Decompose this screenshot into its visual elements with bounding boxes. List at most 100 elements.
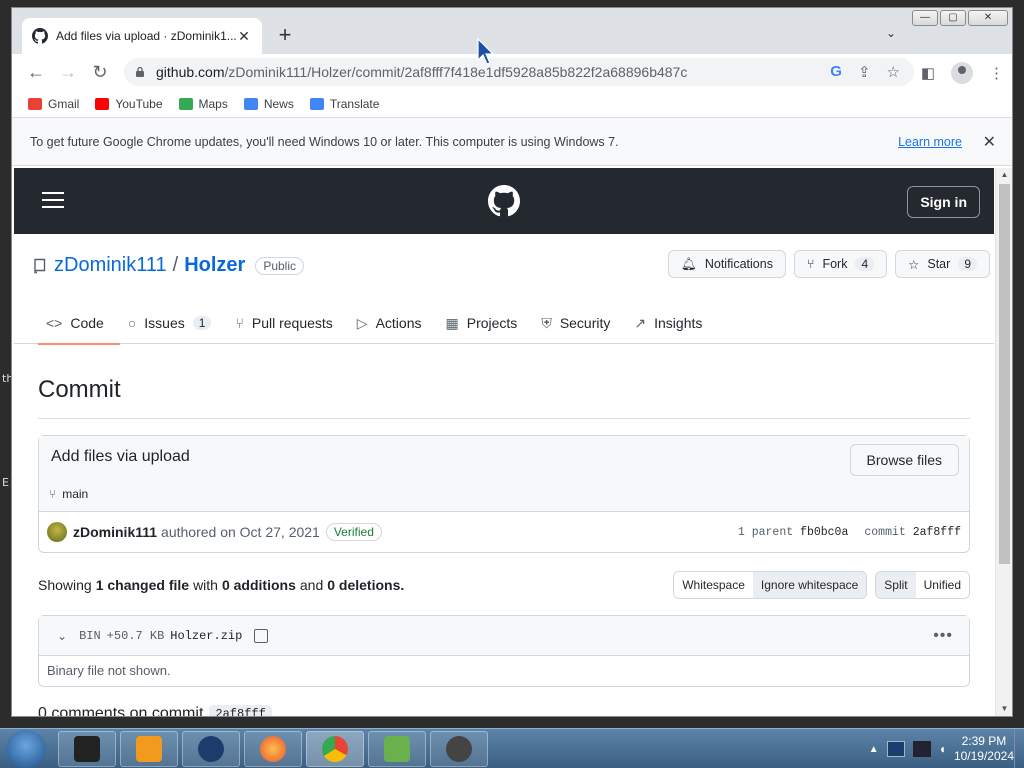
tab-title: Add files via upload · zDominik1... <box>56 29 236 43</box>
branch-name[interactable]: main <box>62 487 88 501</box>
notifications-button[interactable]: 🔔︎ Notifications <box>667 250 786 278</box>
bookmark-youtube[interactable]: YouTube <box>95 97 163 111</box>
browser-tab[interactable]: Add files via upload · zDominik1... ✕ <box>22 18 262 54</box>
taskbar-app-mouse[interactable] <box>430 731 488 767</box>
fork-button[interactable]: ⑂ Fork 4 <box>793 250 888 278</box>
tab-count: 1 <box>192 316 212 330</box>
side-panel-icon[interactable]: ◧ <box>921 64 935 82</box>
scroll-up-arrow-icon[interactable]: ▲ <box>996 168 1012 182</box>
pull-request-icon: ⑂ <box>235 315 244 331</box>
google-lens-icon[interactable]: G <box>830 63 842 81</box>
new-tab-button[interactable]: + <box>274 22 296 48</box>
page-scrollbar[interactable]: ▲ ▼ <box>995 168 1012 716</box>
bookmark-label: Translate <box>329 96 380 111</box>
tab-close-icon[interactable]: ✕ <box>236 28 252 45</box>
scroll-down-arrow-icon[interactable]: ▼ <box>996 702 1012 716</box>
profile-avatar-icon[interactable] <box>951 62 973 84</box>
network-icon[interactable] <box>886 741 905 757</box>
github-favicon-icon <box>32 28 48 44</box>
minimize-button[interactable]: — <box>912 10 938 26</box>
whitespace-option[interactable]: Whitespace <box>674 572 753 598</box>
tray-expand-icon[interactable]: ▲ <box>869 744 879 755</box>
bookmark-news[interactable]: News <box>243 96 294 111</box>
summary-changed: 1 changed file <box>95 577 190 593</box>
bookmark-label: Gmail <box>48 96 80 111</box>
infobar-close-icon[interactable]: ✕ <box>983 132 996 152</box>
repo-title: zDominik111 / Holzer Public <box>32 254 305 277</box>
learn-more-link[interactable]: Learn more <box>898 135 962 149</box>
tab-actions[interactable]: ▷ Actions <box>349 302 438 344</box>
share-icon[interactable]: ⇪ <box>858 63 871 81</box>
address-bar[interactable]: github.com/zDominik111/Holzer/commit/2af… <box>124 58 914 86</box>
taskbar-app-chrome[interactable] <box>306 731 364 767</box>
repo-owner-link[interactable]: zDominik111 <box>54 254 167 277</box>
github-logo-icon[interactable] <box>488 185 520 217</box>
tab-projects[interactable]: ▦ Projects <box>438 302 534 344</box>
bookmark-label: News <box>263 96 294 111</box>
chrome-menu-icon[interactable]: ⋮ <box>989 64 1004 82</box>
whitespace-toggle: Whitespace Ignore whitespace <box>673 571 868 599</box>
parent-sha-link[interactable]: fb0bc0a <box>800 526 848 539</box>
split-option[interactable]: Split <box>876 572 916 598</box>
file-body: Binary file not shown. <box>47 663 171 678</box>
infobar-text: To get future Google Chrome updates, you… <box>30 134 619 149</box>
visibility-badge: Public <box>255 256 305 275</box>
monitor-icon[interactable] <box>912 741 931 757</box>
volume-icon[interactable]: ◖ <box>939 742 946 756</box>
window-close-button[interactable]: ✕ <box>968 10 1008 26</box>
bookmark-maps[interactable]: Maps <box>178 97 228 111</box>
bookmark-star-icon[interactable]: ☆ <box>887 63 900 81</box>
forward-arrow-icon[interactable]: → <box>56 60 80 84</box>
taskbar-app-users[interactable] <box>368 731 426 767</box>
summary-additions: 0 additions <box>221 577 296 593</box>
bookmark-gmail[interactable]: Gmail <box>28 97 79 111</box>
taskbar-app-globe[interactable] <box>182 731 240 767</box>
tab-pull-requests[interactable]: ⑂ Pull requests <box>227 302 348 344</box>
tab-code[interactable]: <> Code <box>38 302 120 345</box>
commit-page-content: Commit Add files via upload Browse files… <box>14 376 994 716</box>
page-viewport: Sign in zDominik111 / Holzer Public 🔔︎ N… <box>14 168 994 716</box>
back-arrow-icon[interactable]: ← <box>24 60 48 84</box>
bookmark-translate[interactable]: Translate <box>309 96 380 111</box>
file-name[interactable]: Holzer.zip <box>170 629 242 643</box>
taskbar-app-terminal[interactable] <box>58 731 116 767</box>
tab-security[interactable]: ⛨ Security <box>533 302 626 344</box>
taskbar-app-media[interactable] <box>120 731 178 767</box>
hamburger-menu-icon[interactable] <box>42 192 64 208</box>
author-avatar[interactable] <box>47 522 67 542</box>
browse-files-button[interactable]: Browse files <box>849 444 959 476</box>
firefox-icon <box>260 736 286 762</box>
page-title: Commit <box>38 376 970 419</box>
repo-nav: <> Code ○ Issues 1 ⑂ Pull requests ▷ Actions ▦ Pro… <box>38 302 718 345</box>
taskbar-app-firefox[interactable] <box>244 731 302 767</box>
taskbar-clock[interactable]: 2:39 PM 10/19/2024 <box>954 734 1014 764</box>
windows-taskbar: ▲ ◖ 2:39 PM 10/19/2024 <box>0 728 1024 768</box>
copy-icon[interactable] <box>254 628 269 643</box>
mouse-icon <box>446 736 472 762</box>
unified-option[interactable]: Unified <box>915 572 969 598</box>
tab-issues[interactable]: ○ Issues 1 <box>120 302 228 344</box>
globe-icon <box>198 736 224 762</box>
sign-in-button[interactable]: Sign in <box>907 186 980 218</box>
reload-icon[interactable]: ↻ <box>88 60 112 84</box>
collapse-chevron-icon[interactable]: ⌄ <box>57 629 67 643</box>
tab-label: Actions <box>375 315 422 331</box>
scrollbar-thumb[interactable] <box>999 184 1010 564</box>
ignore-whitespace-option[interactable]: Ignore whitespace <box>752 572 867 598</box>
maximize-button[interactable]: ▢ <box>940 10 966 26</box>
file-size: +50.7 KB <box>106 628 165 643</box>
commit-box: Add files via upload Browse files ⑂ main… <box>38 435 970 553</box>
more-options-icon[interactable]: ••• <box>933 627 953 645</box>
commit-sha: 2af8fff <box>912 525 961 539</box>
windows-start-button[interactable] <box>6 730 46 768</box>
tab-insights[interactable]: ↗ Insights <box>626 302 718 344</box>
author-link[interactable]: zDominik111 <box>73 524 157 540</box>
repo-name-link[interactable]: Holzer <box>184 254 245 277</box>
tab-search-chevron-icon[interactable]: ⌄ <box>886 26 896 40</box>
show-desktop-button[interactable] <box>1014 729 1024 768</box>
verified-badge[interactable]: Verified <box>325 523 382 541</box>
clock-time: 2:39 PM <box>961 734 1007 748</box>
tab-label: Pull requests <box>251 315 333 331</box>
play-icon: ▷ <box>356 314 368 331</box>
star-button[interactable]: ☆ Star 9 <box>895 250 990 278</box>
